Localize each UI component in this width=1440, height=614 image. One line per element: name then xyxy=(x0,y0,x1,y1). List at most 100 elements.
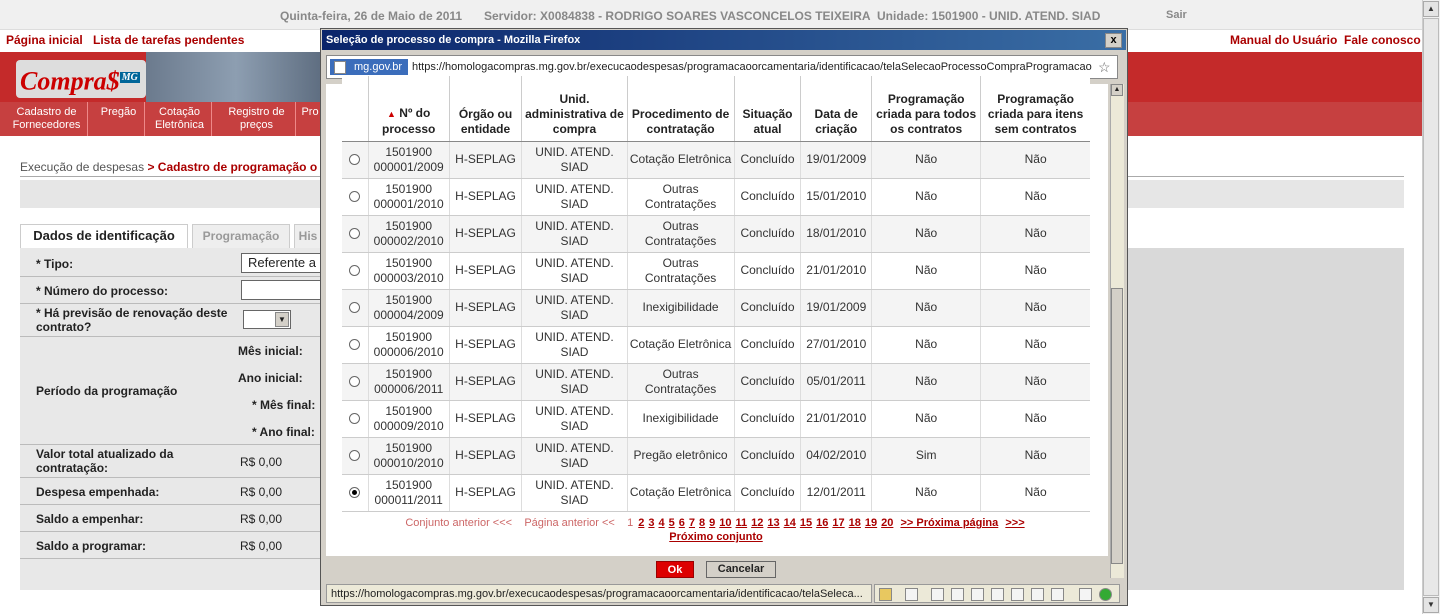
row-radio-button[interactable] xyxy=(349,376,361,388)
table-row[interactable]: 1501900 000010/2010 H-SEPLAG UNID. ATEND. … xyxy=(342,437,1090,475)
close-icon[interactable]: x xyxy=(1105,33,1122,48)
print-icon[interactable] xyxy=(991,588,1004,601)
column-header-procedimento[interactable]: Procedimento de contratação xyxy=(627,76,735,142)
column-header-situacao[interactable]: Situação atual xyxy=(734,76,802,142)
edit-icon[interactable] xyxy=(931,588,944,601)
ok-button[interactable]: Ok xyxy=(656,561,694,578)
globe-icon[interactable] xyxy=(951,588,964,601)
url-text[interactable]: https://homologacompras.mg.gov.br/execuc… xyxy=(412,61,1092,73)
page-link[interactable]: 3 xyxy=(648,517,654,529)
page-link[interactable]: 5 xyxy=(669,517,675,529)
nav-item-fornecedores[interactable]: Cadastro de Fornecedores xyxy=(6,102,88,136)
row-radio-button[interactable] xyxy=(349,228,361,240)
prev-set-link[interactable]: Conjunto anterior <<< xyxy=(405,517,512,529)
row-radio-button[interactable] xyxy=(349,450,361,462)
chart-icon[interactable] xyxy=(1051,588,1064,601)
compras-mg-logo[interactable]: Compra$ MG xyxy=(16,60,146,98)
ano-inicial-label: Ano inicial: xyxy=(238,371,303,385)
page-link[interactable]: 19 xyxy=(865,517,877,529)
row-divider xyxy=(20,336,320,337)
row-radio-button[interactable] xyxy=(349,154,361,166)
page-link[interactable]: 6 xyxy=(679,517,685,529)
row-radio-button[interactable] xyxy=(349,302,361,314)
situacao-cell: Concluído xyxy=(734,437,802,475)
save-icon[interactable] xyxy=(971,588,984,601)
next-set-link[interactable]: Próximo conjunto xyxy=(669,531,763,543)
tools-icon[interactable] xyxy=(1079,588,1092,601)
page-link[interactable]: 7 xyxy=(689,517,695,529)
tab-historico[interactable]: His xyxy=(294,224,322,248)
page-link[interactable]: 8 xyxy=(699,517,705,529)
nav-item-more[interactable]: Pro xyxy=(300,102,320,136)
page-link[interactable]: 14 xyxy=(784,517,796,529)
mail-icon[interactable] xyxy=(1031,588,1044,601)
popup-title: Seleção de processo de compra - Mozilla … xyxy=(322,30,1126,50)
table-row[interactable]: 1501900 000004/2009 H-SEPLAG UNID. ATEND. … xyxy=(342,289,1090,327)
scroll-up-icon[interactable]: ▲ xyxy=(1423,1,1439,17)
home-link[interactable]: Página inicial xyxy=(6,33,83,47)
user-manual-link[interactable]: Manual do Usuário xyxy=(1230,33,1337,47)
column-header-todos-contratos[interactable]: Programação criada para todos os contrat… xyxy=(871,76,982,142)
next-page-link[interactable]: >> Próxima página xyxy=(900,517,998,529)
column-header-data[interactable]: Data de criação xyxy=(800,76,873,142)
page-link[interactable]: 15 xyxy=(800,517,812,529)
page-link[interactable]: 17 xyxy=(832,517,844,529)
breadcrumb-root[interactable]: Execução de despesas xyxy=(20,160,144,174)
tab-programacao[interactable]: Programação xyxy=(192,224,290,248)
bookmark-star-icon[interactable]: ☆ xyxy=(1098,59,1111,76)
row-radio-button[interactable] xyxy=(349,191,361,203)
nav-item-registro-precos[interactable]: Registro de preços xyxy=(218,102,296,136)
orgao-cell: H-SEPLAG xyxy=(449,474,523,512)
page-info-icon[interactable] xyxy=(905,588,918,601)
page-link[interactable]: 16 xyxy=(816,517,828,529)
refresh-icon[interactable] xyxy=(1011,588,1024,601)
page-link[interactable]: 20 xyxy=(881,517,893,529)
row-radio-button[interactable] xyxy=(349,265,361,277)
table-row[interactable]: 1501900 000002/2010 H-SEPLAG UNID. ATEND. … xyxy=(342,215,1090,253)
page-link[interactable]: 9 xyxy=(709,517,715,529)
page-link[interactable]: 11 xyxy=(736,517,748,529)
renovacao-select[interactable]: ▼ xyxy=(243,310,291,329)
lock-icon[interactable] xyxy=(879,588,892,601)
nav-item-pregao[interactable]: Pregão xyxy=(93,102,145,136)
column-header-unidade[interactable]: Unid. administrativa de compra xyxy=(521,76,628,142)
row-radio-button[interactable] xyxy=(349,413,361,425)
page-link[interactable]: 13 xyxy=(767,517,779,529)
scroll-down-icon[interactable]: ▼ xyxy=(1423,597,1439,613)
page-link[interactable]: 12 xyxy=(751,517,763,529)
table-row[interactable]: 1501900 000011/2011 H-SEPLAG UNID. ATEND. … xyxy=(342,474,1090,512)
ano-final-label: * Ano final: xyxy=(252,425,315,439)
logout-link[interactable]: Sair xyxy=(1166,9,1187,21)
column-header-numero[interactable]: ▲ Nº do processo xyxy=(368,76,450,142)
pending-tasks-link[interactable]: Lista de tarefas pendentes xyxy=(93,33,244,47)
numero-processo-input[interactable] xyxy=(241,280,321,300)
table-row[interactable]: 1501900 000006/2011 H-SEPLAG UNID. ATEND. … xyxy=(342,363,1090,401)
tipo-select[interactable]: Referente a c xyxy=(241,253,321,273)
status-ok-icon[interactable] xyxy=(1099,588,1112,601)
page-link[interactable]: 4 xyxy=(659,517,665,529)
next-arrows-link[interactable]: >>> xyxy=(1005,517,1024,529)
tab-dados-identificacao[interactable]: Dados de identificação xyxy=(20,224,188,248)
table-row[interactable]: 1501900 000003/2010 H-SEPLAG UNID. ATEND. … xyxy=(342,252,1090,290)
table-row[interactable]: 1501900 000009/2010 H-SEPLAG UNID. ATEND. … xyxy=(342,400,1090,438)
scrollbar-thumb[interactable] xyxy=(1111,288,1123,564)
server-info: Servidor: X0084838 - RODRIGO SOARES VASC… xyxy=(484,9,871,23)
itens-sem-contratos-cell: Não xyxy=(980,178,1090,216)
table-row[interactable]: 1501900 000001/2009 H-SEPLAG UNID. ATEND. … xyxy=(342,141,1090,179)
page-scrollbar-thumb[interactable] xyxy=(1423,18,1439,596)
row-radio-button[interactable] xyxy=(349,339,361,351)
page-link[interactable]: 2 xyxy=(638,517,644,529)
prev-page-link[interactable]: Página anterior << xyxy=(524,517,615,529)
page-link[interactable]: 18 xyxy=(849,517,861,529)
row-radio-button[interactable] xyxy=(349,487,361,499)
nav-item-cotacao[interactable]: Cotação Eletrônica xyxy=(148,102,212,136)
table-row[interactable]: 1501900 000001/2010 H-SEPLAG UNID. ATEND. … xyxy=(342,178,1090,216)
contact-link[interactable]: Fale conosco xyxy=(1344,33,1421,47)
scroll-up-icon[interactable]: ▲ xyxy=(1111,84,1123,96)
column-header-itens-sem-contratos[interactable]: Programação criada para itens sem contra… xyxy=(980,76,1090,142)
page-link[interactable]: 10 xyxy=(719,517,731,529)
cancel-button[interactable]: Cancelar xyxy=(706,561,776,578)
column-header-orgao[interactable]: Órgão ou entidade xyxy=(449,76,523,142)
data-cell: 18/01/2010 xyxy=(800,215,873,253)
table-row[interactable]: 1501900 000006/2010 H-SEPLAG UNID. ATEND. … xyxy=(342,326,1090,364)
